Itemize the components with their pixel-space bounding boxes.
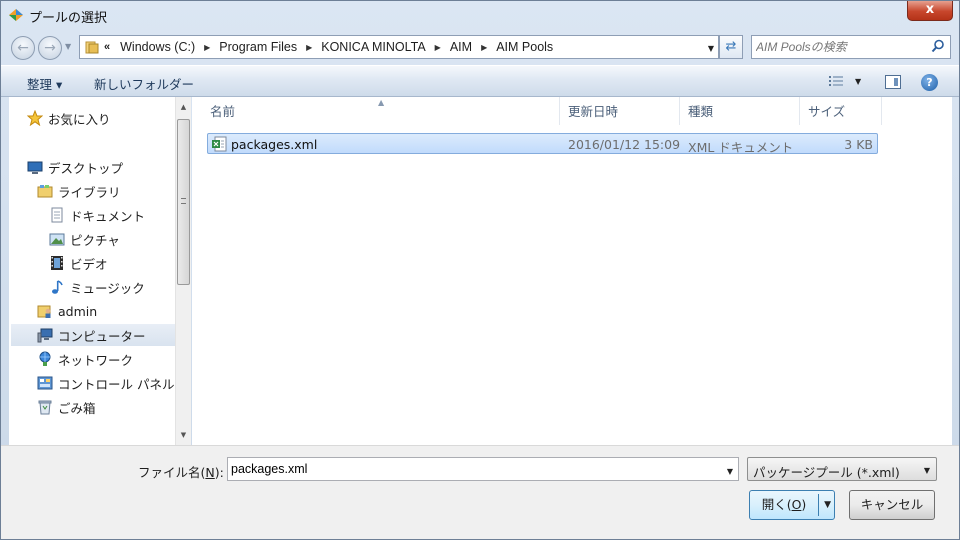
xml-file-icon (212, 136, 227, 152)
chevron-down-icon: ▼ (923, 466, 930, 475)
sidebar-item-label: ドキュメント (70, 208, 146, 224)
scrollbar-thumb[interactable] (177, 119, 190, 285)
preview-pane-button[interactable] (885, 75, 901, 89)
new-folder-button[interactable]: 新しいフォルダー (94, 74, 194, 93)
sidebar-item-label: コントロール パネル (58, 376, 175, 392)
dialog-footer: ファイル名(N): ▼ パッケージプール (*.xml) ▼ 開く(O) ▼ キ… (1, 445, 959, 539)
sidebar-item-label: デスクトップ (48, 160, 124, 176)
folder-icon (85, 41, 99, 54)
music-icon (52, 280, 63, 294)
help-button[interactable]: ? (921, 74, 938, 91)
organize-button[interactable]: 整理 ▾ (27, 74, 62, 93)
recent-pages-dropdown[interactable]: ▼ (65, 42, 71, 51)
sidebar-item-label: コンピューター (58, 328, 146, 344)
breadcrumb-item[interactable]: KONICA MINOLTA (321, 40, 425, 54)
filename-field[interactable]: ▼ (227, 457, 739, 481)
pictures-icon (49, 233, 65, 246)
change-view-button[interactable]: ▼ (829, 73, 867, 91)
search-icon[interactable] (931, 39, 945, 53)
close-button[interactable]: x (907, 1, 953, 21)
sidebar-item-favorites[interactable]: お気に入り (27, 107, 191, 129)
recycle-bin-icon (38, 400, 52, 415)
file-name: packages.xml (231, 137, 318, 152)
desktop-icon (27, 161, 43, 174)
file-list: ▲ 名前 更新日時 種類 サイズ packages.xml 2016/01/12… (192, 97, 952, 445)
chevron-down-icon[interactable]: ▼ (824, 500, 831, 510)
sidebar-item-computer[interactable]: コンピューター (11, 324, 175, 346)
address-row: ← → ▼ « Windows (C:) ▶ Program Files ▶ K… (1, 31, 959, 63)
network-icon (39, 351, 51, 366)
file-size: 3 KB (844, 137, 873, 152)
column-modified[interactable]: 更新日時 (560, 97, 680, 125)
address-bar[interactable]: « Windows (C:) ▶ Program Files ▶ KONICA … (79, 35, 719, 59)
column-type[interactable]: 種類 (680, 97, 800, 125)
user-folder-icon (37, 305, 51, 318)
scroll-down-arrow-icon[interactable]: ▼ (176, 427, 191, 443)
breadcrumb-item[interactable]: Windows (C:) (120, 40, 195, 54)
filetype-select[interactable]: パッケージプール (*.xml) ▼ (747, 457, 937, 481)
table-row[interactable]: packages.xml 2016/01/12 15:09 XML ドキュメント… (207, 133, 878, 155)
control-panel-icon (37, 376, 53, 390)
sidebar-item-desktop[interactable]: デスクトップ (27, 156, 191, 178)
video-icon (51, 256, 63, 270)
search-box[interactable] (751, 35, 951, 59)
chevron-down-icon[interactable]: ▼ (727, 467, 733, 476)
forward-button[interactable]: → (38, 36, 62, 60)
sidebar-item-label: ネットワーク (58, 352, 134, 368)
sidebar-item-label: ピクチャ (70, 232, 120, 248)
sidebar-item-label: ごみ箱 (58, 400, 96, 416)
filename-label: ファイル名(N): (138, 465, 224, 480)
cancel-button[interactable]: キャンセル (849, 490, 935, 520)
open-button-label: 開く(O) (761, 497, 807, 512)
filetype-value: パッケージプール (*.xml) (753, 465, 900, 480)
file-modified: 2016/01/12 15:09 (568, 137, 681, 152)
chevron-down-icon[interactable]: ▼ (708, 44, 714, 53)
title-bar: プールの選択 x (1, 1, 959, 31)
star-icon (27, 110, 43, 126)
sidebar-item-label: ビデオ (70, 256, 108, 272)
command-bar: 整理 ▾ 新しいフォルダー ▼ ? (1, 65, 959, 97)
sidebar-item-label: admin (58, 303, 98, 319)
breadcrumb-item[interactable]: AIM Pools (496, 40, 553, 54)
column-header-row: ▲ 名前 更新日時 種類 サイズ (192, 97, 882, 125)
file-open-dialog: プールの選択 x ← → ▼ « Windows (C:) ▶ Program … (0, 0, 960, 540)
details-view-icon (829, 76, 843, 86)
sidebar-item-label: ライブラリ (58, 184, 121, 200)
sidebar-item-label: ミュージック (70, 280, 145, 296)
breadcrumb-item[interactable]: Program Files (219, 40, 297, 54)
breadcrumb: « Windows (C:) ▶ Program Files ▶ KONICA … (104, 36, 553, 58)
chevron-down-icon[interactable]: ▼ (855, 77, 861, 86)
documents-icon (51, 207, 63, 223)
chevron-right-icon[interactable]: ▶ (204, 43, 210, 52)
computer-icon (37, 328, 53, 343)
sidebar-item-label: お気に入り (48, 111, 111, 127)
grip-icon (181, 198, 186, 204)
scroll-up-arrow-icon[interactable]: ▲ (176, 99, 191, 115)
chevron-right-icon[interactable]: ▶ (306, 43, 312, 52)
refresh-button[interactable]: ⇄ (719, 35, 743, 59)
chevron-right-icon[interactable]: ▶ (481, 43, 487, 52)
column-name[interactable]: 名前 (202, 97, 560, 125)
navigation-scrollbar[interactable]: ▲ ▼ (175, 97, 191, 445)
breadcrumb-item[interactable]: AIM (450, 40, 472, 54)
filename-input[interactable] (231, 460, 711, 478)
window-title: プールの選択 (29, 11, 108, 26)
app-diamond-icon (9, 9, 23, 21)
open-button[interactable]: 開く(O) ▼ (749, 490, 835, 520)
column-size[interactable]: サイズ (800, 97, 882, 125)
back-button[interactable]: ← (11, 36, 35, 60)
split-divider (818, 494, 819, 516)
library-icon (37, 185, 53, 198)
navigation-pane: お気に入り デスクトップ ライブラリ ドキュメント ピクチャ ビデオ ミュージッ… (9, 97, 175, 445)
breadcrumb-overflow[interactable]: « (104, 41, 110, 53)
search-input[interactable] (756, 38, 926, 56)
file-type: XML ドキュメント (688, 140, 794, 155)
chevron-right-icon[interactable]: ▶ (435, 43, 441, 52)
